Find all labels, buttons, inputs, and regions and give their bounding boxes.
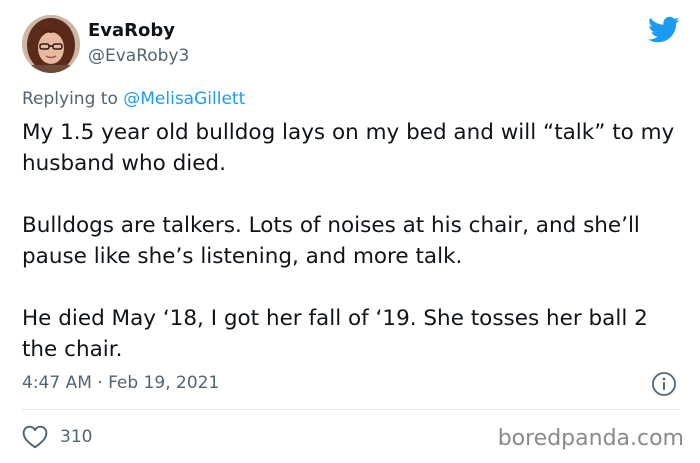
tweet-timestamp[interactable]: 4:47 AM · Feb 19, 2021 [22, 372, 219, 394]
avatar[interactable] [22, 15, 80, 73]
tweet-paragraph: He died May ‘18, I got her fall of ‘19. … [22, 306, 648, 362]
divider [22, 409, 680, 410]
tweet-paragraph: Bulldogs are talkers. Lots of noises at … [22, 213, 640, 269]
info-icon[interactable] [651, 371, 677, 397]
tweet-text: My 1.5 year old bulldog lays on my bed a… [22, 117, 682, 365]
like-count: 310 [60, 427, 93, 447]
like-button[interactable]: 310 [22, 424, 92, 450]
reply-mention-link[interactable]: @MelisaGillett [123, 89, 245, 109]
display-name[interactable]: EvaRoby [88, 20, 175, 42]
twitter-bird-icon[interactable] [648, 16, 680, 44]
watermark: boredpanda.com [497, 426, 684, 451]
avatar-photo [22, 15, 80, 73]
replying-to: Replying to @MelisaGillett [22, 88, 245, 110]
heart-icon [22, 425, 48, 449]
user-handle[interactable]: @EvaRoby3 [88, 45, 189, 67]
tweet-paragraph: My 1.5 year old bulldog lays on my bed a… [22, 120, 675, 176]
replying-prefix: Replying to [22, 89, 124, 109]
